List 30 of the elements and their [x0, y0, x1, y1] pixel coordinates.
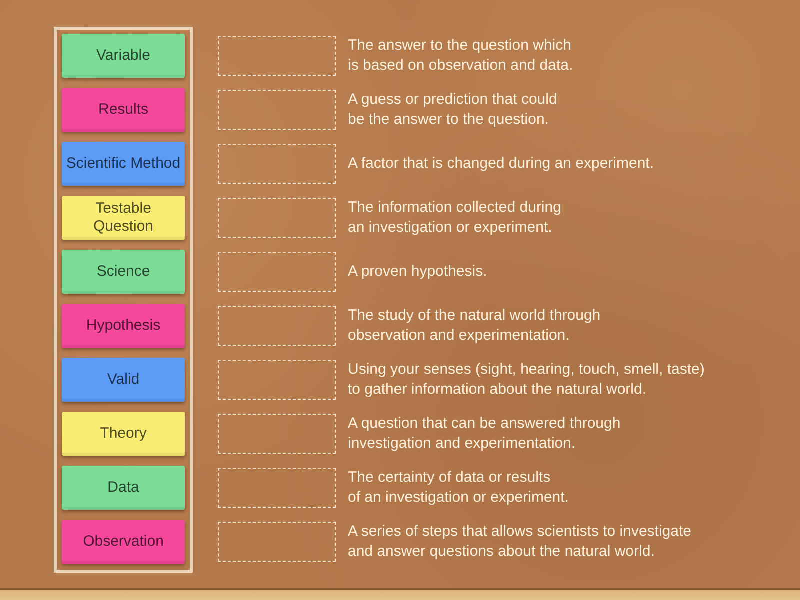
answer-box[interactable]	[218, 198, 336, 238]
answer-box[interactable]	[218, 522, 336, 562]
word-card[interactable]: Theory	[62, 412, 185, 456]
definition-text: The study of the natural world through observation and experimentation.	[348, 306, 601, 346]
answer-box[interactable]	[218, 36, 336, 76]
word-card[interactable]: Testable Question	[62, 196, 185, 240]
definition-text: A guess or prediction that could be the answer to the question.	[348, 90, 558, 130]
word-card[interactable]: Data	[62, 466, 185, 510]
definition-text: A question that can be answered through investigation and experimentation.	[348, 414, 621, 454]
definition-text: The information collected during an investigation or experiment.	[348, 198, 562, 238]
definition-text: The answer to the question which is based on observation and data.	[348, 36, 574, 76]
answer-box[interactable]	[218, 360, 336, 400]
answer-box[interactable]	[218, 252, 336, 292]
word-card[interactable]: Science	[62, 250, 185, 294]
definition-text: Using your senses (sight, hearing, touch, smell, taste) to gather information about the natural world.	[348, 360, 705, 400]
answer-box[interactable]	[218, 90, 336, 130]
definition-text: The certainty of data or results of an investigation or experiment.	[348, 468, 569, 508]
answer-box[interactable]	[218, 144, 336, 184]
word-card[interactable]: Results	[62, 88, 185, 132]
answer-box[interactable]	[218, 468, 336, 508]
word-card[interactable]: Hypothesis	[62, 304, 185, 348]
definition-text: A proven hypothesis.	[348, 262, 488, 282]
word-card[interactable]: Scientific Method	[62, 142, 185, 186]
answer-box[interactable]	[218, 306, 336, 346]
word-card[interactable]: Observation	[62, 520, 185, 564]
word-card[interactable]: Valid	[62, 358, 185, 402]
answer-box[interactable]	[218, 414, 336, 454]
word-card[interactable]: Variable	[62, 34, 185, 78]
definition-text: A factor that is changed during an experiment.	[348, 154, 654, 174]
definition-text: A series of steps that allows scientists to investigate and answer questions about the natural world.	[348, 522, 692, 562]
